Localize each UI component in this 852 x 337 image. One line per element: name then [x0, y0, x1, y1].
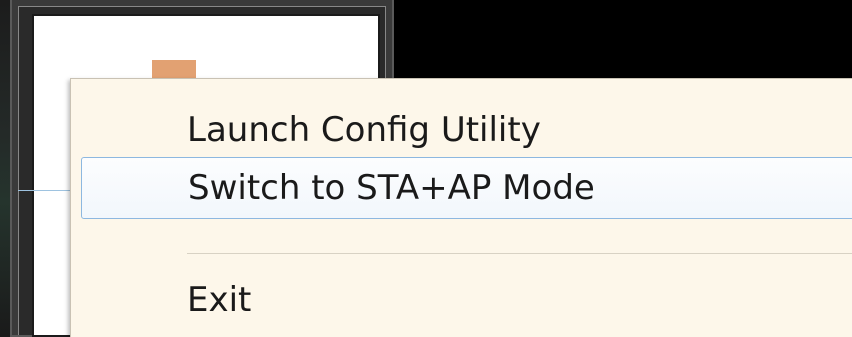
menu-item-switch-mode[interactable]: Switch to STA+AP Mode: [81, 157, 852, 219]
menu-item-label: Exit: [187, 280, 252, 320]
menu-item-label: Launch Config Utility: [187, 110, 541, 150]
menu-item-exit[interactable]: Exit: [81, 269, 852, 331]
menu-item-launch-config-utility[interactable]: Launch Config Utility: [81, 99, 852, 161]
menu-separator: [187, 253, 852, 254]
background-window-divider: [18, 190, 78, 191]
menu-item-label: Switch to STA+AP Mode: [188, 168, 595, 208]
tray-context-menu: Launch Config Utility Switch to STA+AP M…: [70, 78, 852, 337]
screen: Launch Config Utility Switch to STA+AP M…: [0, 0, 852, 337]
background-window-accent-tab: [152, 60, 196, 80]
